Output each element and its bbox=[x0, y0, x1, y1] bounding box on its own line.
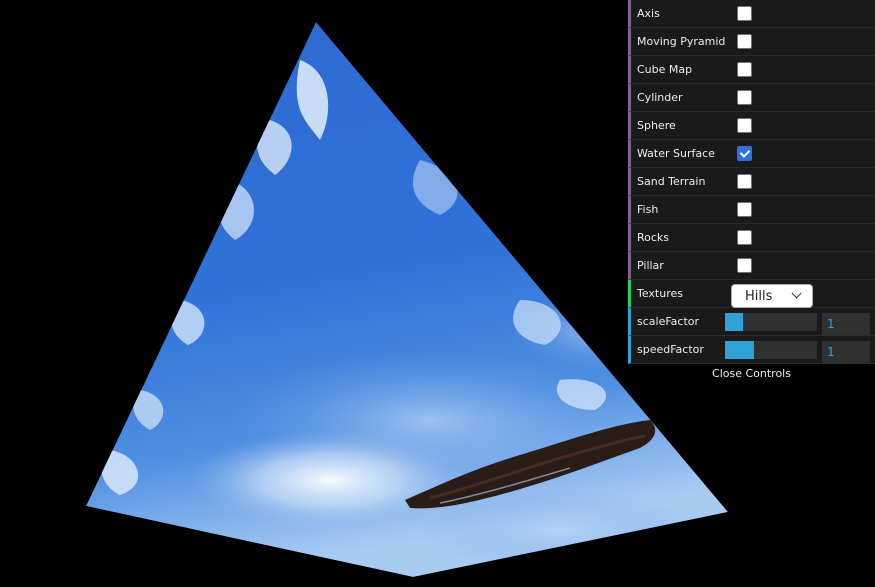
water-surface-control: Water Surface bbox=[628, 140, 875, 168]
cube-map-checkbox[interactable] bbox=[737, 62, 752, 77]
sphere-checkbox[interactable] bbox=[737, 118, 752, 133]
speed-factor-slider[interactable] bbox=[725, 341, 817, 359]
axis-control: Axis bbox=[628, 0, 875, 28]
cube-map-control: Cube Map bbox=[628, 56, 875, 84]
cylinder-label: Cylinder bbox=[637, 91, 683, 104]
axis-label: Axis bbox=[637, 7, 660, 20]
sand-terrain-checkbox[interactable] bbox=[737, 174, 752, 189]
moving-pyramid-label: Moving Pyramid bbox=[637, 35, 726, 48]
speed-factor-label: speedFactor bbox=[637, 343, 704, 356]
close-controls-button[interactable]: Close Controls bbox=[628, 364, 875, 384]
water-surface-label: Water Surface bbox=[637, 147, 715, 160]
moving-pyramid-checkbox[interactable] bbox=[737, 34, 752, 49]
cube-map-label: Cube Map bbox=[637, 63, 693, 76]
fish-checkbox[interactable] bbox=[737, 202, 752, 217]
pillar-checkbox[interactable] bbox=[737, 258, 752, 273]
scale-factor-label: scaleFactor bbox=[637, 315, 700, 328]
speed-factor-slider-fill bbox=[725, 341, 754, 359]
scale-factor-control: scaleFactor 1 bbox=[628, 308, 875, 336]
water-surface-checkbox[interactable] bbox=[737, 146, 752, 161]
chevron-down-icon bbox=[791, 288, 802, 299]
sphere-label: Sphere bbox=[637, 119, 676, 132]
speed-factor-control: speedFactor 1 bbox=[628, 336, 875, 364]
scale-factor-slider-fill bbox=[725, 313, 744, 331]
pillar-control: Pillar bbox=[628, 252, 875, 280]
cylinder-checkbox[interactable] bbox=[737, 90, 752, 105]
fish-label: Fish bbox=[637, 203, 659, 216]
fish-control: Fish bbox=[628, 196, 875, 224]
speed-factor-input[interactable]: 1 bbox=[822, 341, 870, 363]
axis-checkbox[interactable] bbox=[737, 6, 752, 21]
textures-dropdown[interactable]: Hills bbox=[731, 284, 813, 308]
sand-terrain-control: Sand Terrain bbox=[628, 168, 875, 196]
controls-panel: Axis Moving Pyramid Cube Map Cylinder Sp… bbox=[628, 0, 875, 384]
sand-terrain-label: Sand Terrain bbox=[637, 175, 706, 188]
cylinder-control: Cylinder bbox=[628, 84, 875, 112]
moving-pyramid-control: Moving Pyramid bbox=[628, 28, 875, 56]
textures-label: Textures bbox=[637, 287, 683, 300]
scale-factor-slider[interactable] bbox=[725, 313, 817, 331]
pillar-label: Pillar bbox=[637, 259, 664, 272]
rocks-label: Rocks bbox=[637, 231, 670, 244]
sphere-control: Sphere bbox=[628, 112, 875, 140]
textures-selected-value: Hills bbox=[745, 289, 773, 304]
rocks-checkbox[interactable] bbox=[737, 230, 752, 245]
rocks-control: Rocks bbox=[628, 224, 875, 252]
textures-control: Textures Hills bbox=[628, 280, 875, 308]
scale-factor-input[interactable]: 1 bbox=[822, 313, 870, 335]
